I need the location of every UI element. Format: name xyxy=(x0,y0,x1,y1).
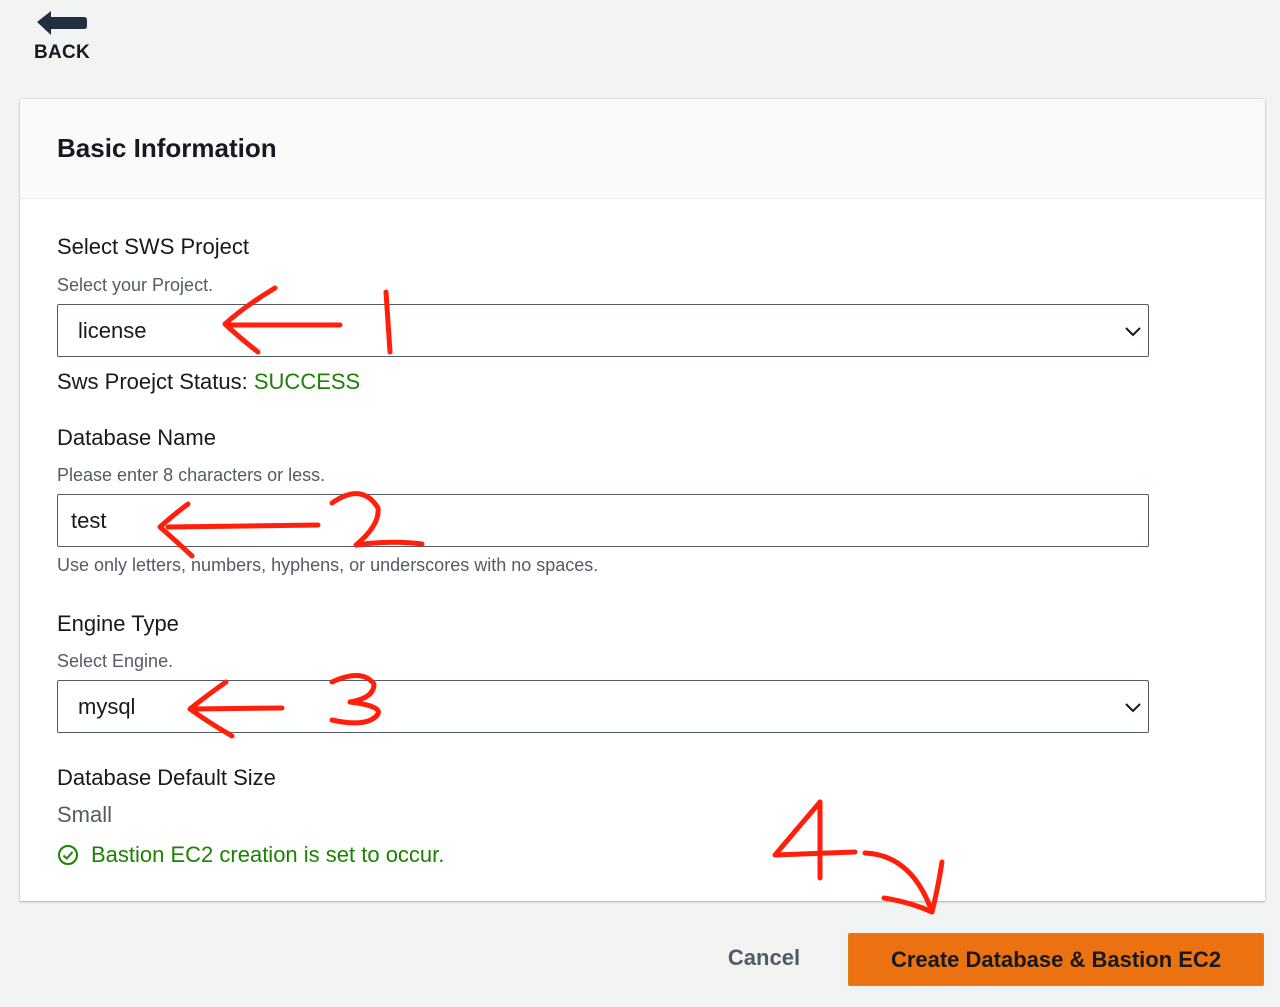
database-name-label: Database Name xyxy=(57,425,216,450)
engine-type-description: Select Engine. xyxy=(57,651,174,671)
cancel-button[interactable]: Cancel xyxy=(712,930,816,986)
chevron-down-icon xyxy=(1125,702,1141,712)
back-button[interactable]: BACK xyxy=(32,8,92,68)
project-status: Sws Proejct Status: SUCCESS xyxy=(57,369,360,395)
engine-type-label: Engine Type xyxy=(57,611,179,636)
create-database-page: BACK Basic Information Select SWS Projec… xyxy=(0,0,1280,1007)
basic-information-panel: Basic Information Select SWS Project Sel… xyxy=(20,99,1265,901)
database-size-label: Database Default Size xyxy=(57,765,276,790)
project-label: Select SWS Project xyxy=(57,234,249,259)
panel-body: Select SWS Project Select your Project. … xyxy=(20,199,1265,901)
database-size-value: Small xyxy=(57,802,113,827)
engine-select-value: mysql xyxy=(78,693,136,719)
back-label: BACK xyxy=(33,42,91,63)
database-name-description: Please enter 8 characters or less. xyxy=(57,465,326,485)
check-circle-icon xyxy=(58,845,78,865)
panel-header: Basic Information xyxy=(20,99,1265,199)
database-name-constraint: Use only letters, numbers, hyphens, or u… xyxy=(57,555,599,575)
project-description: Select your Project. xyxy=(57,275,214,295)
project-select[interactable]: license xyxy=(57,304,1149,357)
create-database-button[interactable]: Create Database & Bastion EC2 xyxy=(848,933,1264,986)
back-arrow-icon xyxy=(37,11,87,35)
database-name-input[interactable]: test xyxy=(57,494,1149,547)
chevron-down-icon xyxy=(1125,326,1141,336)
database-name-value: test xyxy=(71,507,107,533)
project-status-label: Sws Proejct Status: xyxy=(57,369,248,394)
project-status-value: SUCCESS xyxy=(253,369,361,394)
bastion-notice: Bastion EC2 creation is set to occur. xyxy=(57,842,444,868)
bastion-notice-text: Bastion EC2 creation is set to occur. xyxy=(91,842,445,867)
project-select-value: license xyxy=(78,317,147,343)
panel-title: Basic Information xyxy=(57,133,277,163)
engine-select[interactable]: mysql xyxy=(57,680,1149,733)
